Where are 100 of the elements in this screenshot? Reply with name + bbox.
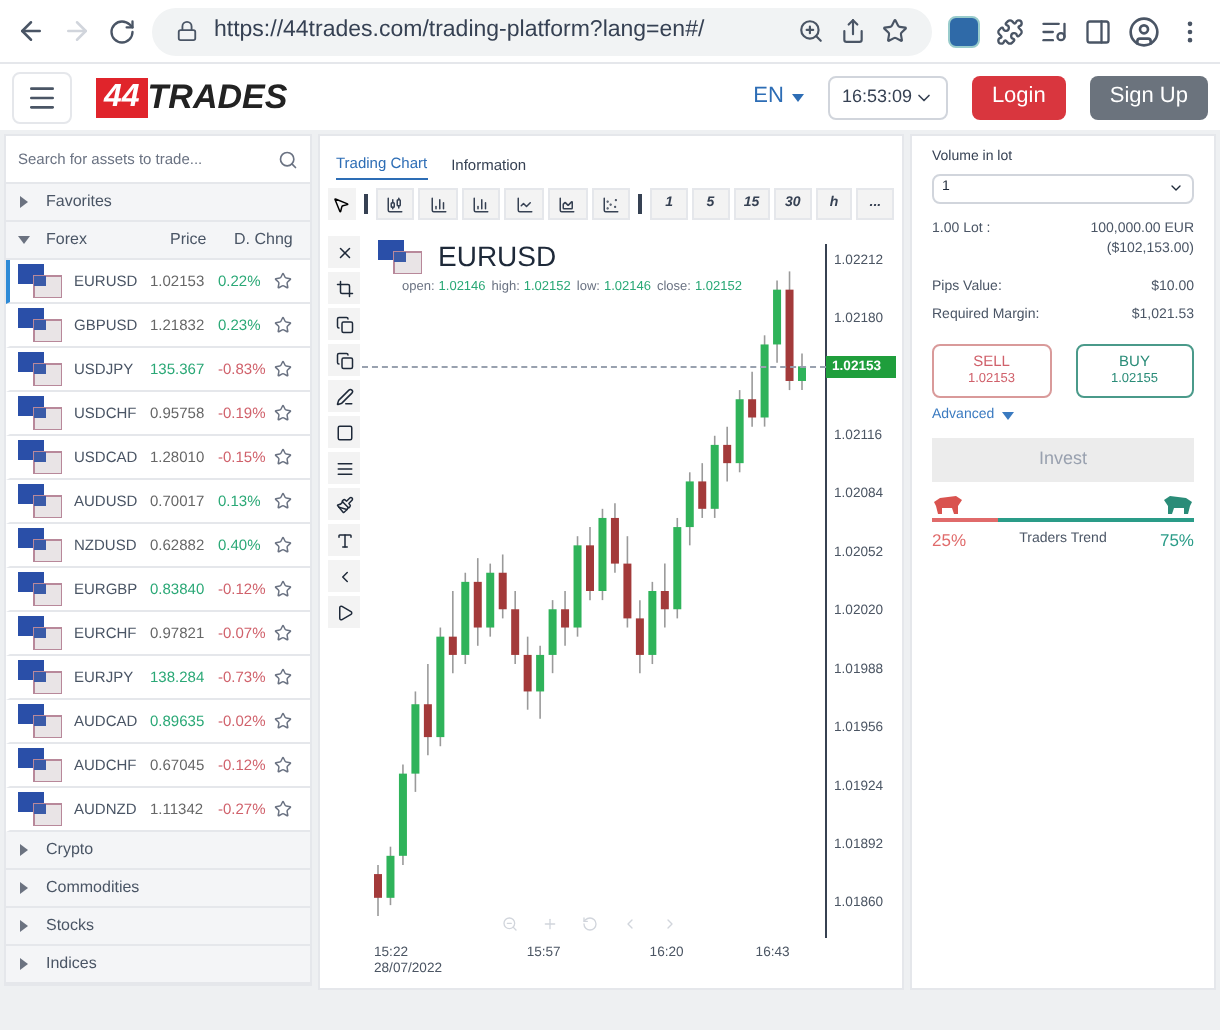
candle: [448, 590, 457, 674]
candle: [623, 535, 632, 629]
tool-icon: [335, 315, 353, 333]
category-item[interactable]: Forex Price D. Chng: [6, 222, 310, 260]
back-icon[interactable]: [16, 16, 46, 46]
flag-pair-icon: [18, 660, 62, 694]
time-selector[interactable]: 16:53:09: [827, 75, 948, 119]
chart-type-button[interactable]: [548, 188, 588, 220]
candle: [374, 864, 382, 917]
language-selector[interactable]: EN: [753, 80, 804, 114]
candle: [635, 599, 644, 674]
tool-icon: [335, 459, 353, 477]
candle: [673, 517, 682, 620]
side-panel-icon[interactable]: [1084, 17, 1112, 45]
candle: [798, 352, 806, 391]
candle: [573, 535, 582, 638]
star-icon[interactable]: [274, 668, 292, 686]
drawing-tool-button[interactable]: [328, 380, 360, 412]
chart-type-button[interactable]: [504, 188, 545, 220]
candle: [486, 562, 495, 638]
drawing-tool-button[interactable]: [328, 344, 360, 376]
chart-type-icon: [429, 195, 448, 213]
flag-pair-icon: [18, 528, 62, 562]
candle: [473, 557, 482, 647]
drawing-tool-button[interactable]: [328, 596, 360, 628]
tool-icon: [335, 351, 353, 369]
candle: [748, 371, 757, 428]
star-icon[interactable]: [274, 448, 292, 466]
candle: [436, 626, 445, 748]
star-icon[interactable]: [274, 316, 292, 334]
candle: [698, 462, 707, 519]
share-icon[interactable]: [840, 18, 866, 44]
candle: [710, 434, 719, 519]
star-icon[interactable]: [274, 712, 292, 730]
star-icon[interactable]: [274, 624, 292, 642]
candle: [536, 645, 545, 720]
caret-down-icon: [1002, 409, 1015, 422]
candle: [586, 526, 594, 601]
candle: [423, 663, 432, 757]
category-item[interactable]: Indices: [6, 946, 310, 984]
extension-icon[interactable]: [948, 15, 980, 47]
star-icon[interactable]: [274, 404, 292, 422]
bull-icon: [1162, 494, 1194, 514]
login-button[interactable]: Login: [971, 75, 1066, 119]
star-icon[interactable]: [274, 536, 292, 554]
menu-button[interactable]: [12, 71, 72, 123]
chart-type-button[interactable]: [375, 188, 415, 220]
candle: [660, 562, 669, 629]
logo-text: TRADES: [147, 77, 288, 117]
candle: [498, 553, 507, 620]
drawing-tool-button[interactable]: [328, 452, 360, 484]
tool-icon: [335, 495, 353, 513]
pointer-tool-button[interactable]: [328, 188, 356, 220]
column-header: Price: [170, 228, 209, 252]
star-icon[interactable]: [274, 360, 292, 378]
media-icon[interactable]: [1040, 17, 1068, 45]
chart-type-icon: [558, 195, 577, 213]
lock-icon: [176, 20, 198, 42]
drawing-tool-button[interactable]: [328, 272, 360, 304]
reload-icon[interactable]: [108, 17, 136, 45]
bookmark-star-icon[interactable]: [882, 18, 908, 44]
star-icon[interactable]: [274, 580, 292, 598]
flag-pair-icon: [378, 240, 422, 274]
flag-pair-icon: [18, 352, 62, 386]
flag-pair-icon: [18, 572, 62, 606]
search-icon[interactable]: [278, 149, 298, 169]
candle: [610, 502, 619, 574]
chart-type-icon: [515, 195, 534, 213]
flag-pair-icon: [18, 484, 62, 518]
drawing-tool-button[interactable]: [328, 308, 360, 340]
candle: [598, 508, 607, 601]
candle: [735, 389, 744, 474]
candle: [386, 845, 395, 906]
star-icon[interactable]: [274, 756, 292, 774]
sell-share: 25%: [932, 528, 967, 554]
star-icon[interactable]: [274, 272, 292, 290]
tool-icon: [335, 387, 353, 405]
address-bar[interactable]: https://44trades.com/trading-platform?lang=en#/: [152, 7, 932, 55]
category-item[interactable]: Crypto: [6, 832, 310, 870]
category-label: Forex: [46, 228, 89, 252]
tool-icon: [335, 531, 353, 549]
signup-button[interactable]: Sign Up: [1089, 75, 1208, 119]
drawing-tool-button[interactable]: [328, 524, 360, 556]
category-item[interactable]: Favorites: [6, 184, 310, 222]
chart-type-button[interactable]: [461, 188, 501, 220]
category-item[interactable]: Stocks: [6, 908, 310, 946]
chart-type-icon: [385, 195, 404, 213]
chart-type-button[interactable]: [418, 188, 458, 220]
puzzle-icon[interactable]: [996, 17, 1024, 45]
url-text: https://44trades.com/trading-platform?lang=en#/: [214, 15, 707, 46]
drawing-tool-button[interactable]: [328, 416, 360, 448]
star-icon[interactable]: [274, 800, 292, 818]
candle: [461, 571, 470, 665]
drawing-tool-button[interactable]: [328, 488, 360, 520]
zoom-icon[interactable]: [798, 18, 824, 44]
profile-icon[interactable]: [1128, 15, 1160, 47]
chart-type-button[interactable]: [591, 188, 631, 220]
category-item[interactable]: Commodities: [6, 870, 310, 908]
buy-share: 75%: [1159, 528, 1194, 554]
star-icon[interactable]: [274, 492, 292, 510]
